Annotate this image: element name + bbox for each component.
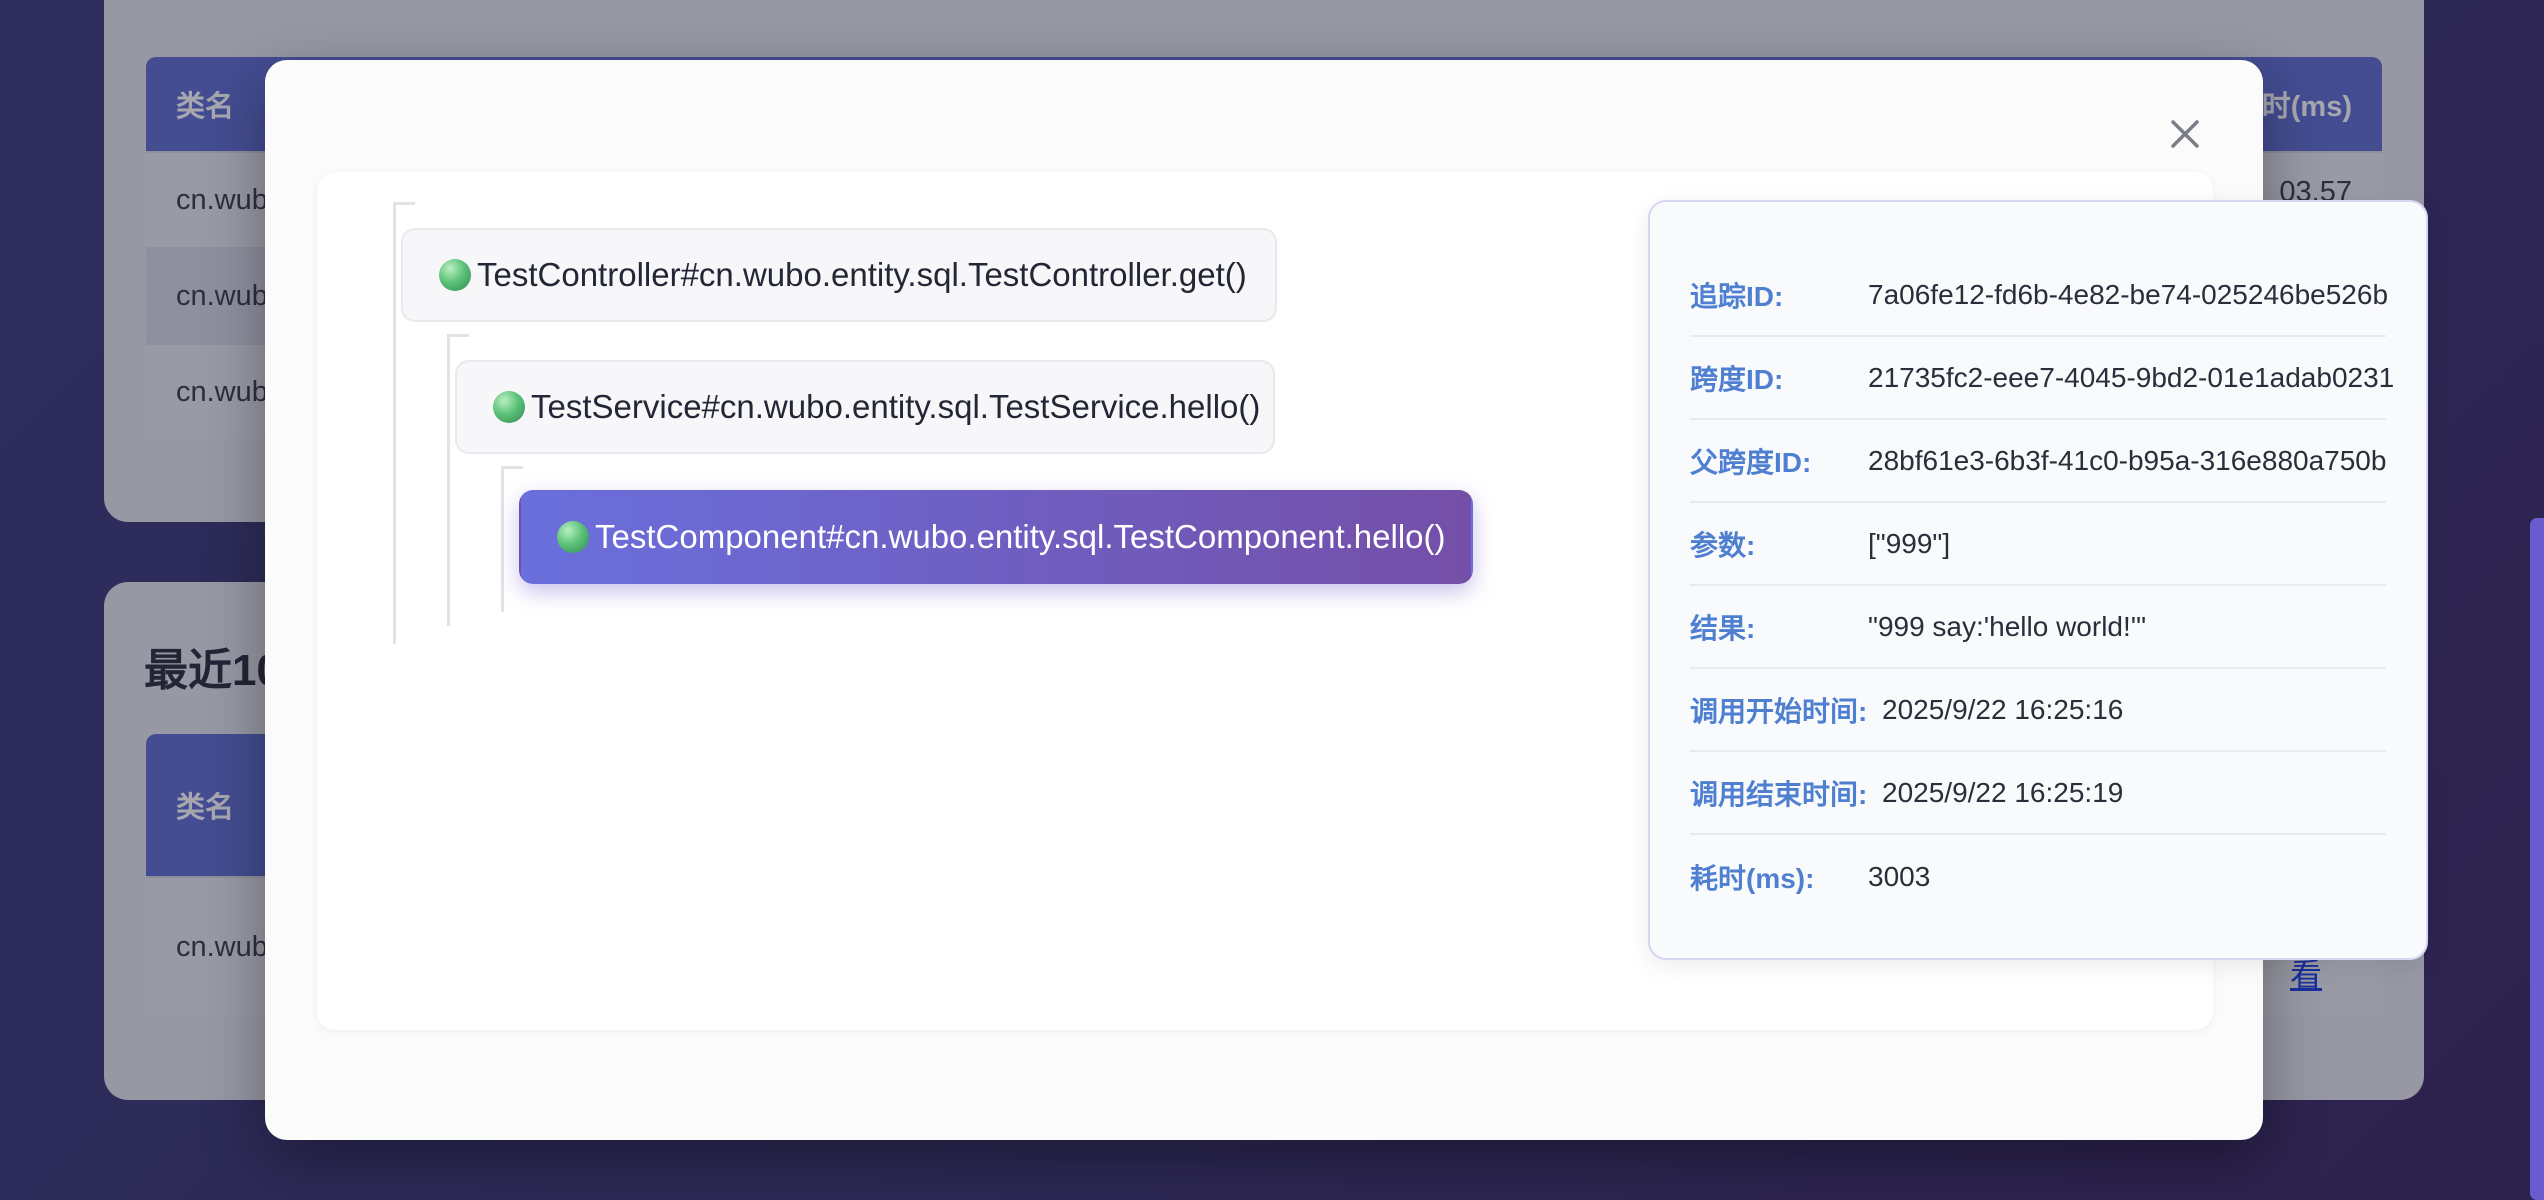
detail-label: 追踪ID: [1690,280,1784,312]
detail-label: 结果: [1690,612,1756,644]
status-dot-icon [439,259,471,291]
tree-node-label: TestController#cn.wubo.entity.sql.TestCo… [477,256,1247,293]
detail-row-trace-id: 追踪ID: 7a06fe12-fd6b-4e82-be74-025246be52… [1690,254,2389,337]
detail-row-params: 参数: ["999"] [1690,503,2386,586]
detail-label: 耗时(ms): [1690,862,1815,894]
detail-row-result: 结果: "999 say:'hello world!'" [1690,586,2386,669]
tree-connector [393,202,415,205]
detail-row-span-id: 跨度ID: 21735fc2-eee7-4045-9bd2-01e1adab02… [1690,337,2394,420]
span-detail-panel: 追踪ID: 7a06fe12-fd6b-4e82-be74-025246be52… [1648,200,2428,960]
page-scrollbar[interactable] [2530,518,2544,1200]
tree-node-service[interactable]: TestService#cn.wubo.entity.sql.TestServi… [455,360,1275,454]
tree-node-controller[interactable]: TestController#cn.wubo.entity.sql.TestCo… [401,228,1277,322]
detail-value: 2025/9/22 16:25:19 [1882,776,2124,808]
status-dot-icon [557,521,589,553]
close-icon [2171,120,2199,148]
tree-connector [393,202,396,644]
detail-label: 跨度ID: [1690,363,1784,395]
detail-row-end-time: 调用结束时间: 2025/9/22 16:25:19 [1690,752,2386,835]
detail-value: 21735fc2-eee7-4045-9bd2-01e1adab0231 [1868,361,2395,393]
tree-node-component[interactable]: TestComponent#cn.wubo.entity.sql.TestCom… [519,490,1473,584]
detail-label: 调用开始时间: [1690,695,1868,727]
detail-label: 父跨度ID: [1690,446,1812,478]
detail-value: 3003 [1868,860,1931,892]
detail-value: ["999"] [1868,527,1951,559]
tree-connector [501,466,504,612]
close-button[interactable] [2159,108,2211,160]
status-dot-icon [493,391,525,423]
detail-value: 2025/9/22 16:25:16 [1882,693,2124,725]
detail-row-parent-span-id: 父跨度ID: 28bf61e3-6b3f-41c0-b95a-316e880a7… [1690,420,2386,503]
detail-row-start-time: 调用开始时间: 2025/9/22 16:25:16 [1690,669,2386,752]
detail-label: 参数: [1690,529,1756,561]
tree-connector [501,466,523,469]
detail-value: 28bf61e3-6b3f-41c0-b95a-316e880a750b [1868,444,2387,476]
tree-node-label: TestComponent#cn.wubo.entity.sql.TestCom… [595,518,1446,555]
detail-row-duration: 耗时(ms): 3003 [1690,835,2386,918]
detail-value: "999 say:'hello world!'" [1868,610,2147,642]
tree-node-label: TestService#cn.wubo.entity.sql.TestServi… [531,388,1261,425]
detail-value: 7a06fe12-fd6b-4e82-be74-025246be526b [1868,278,2389,310]
tree-connector [447,334,450,626]
detail-label: 调用结束时间: [1690,778,1868,810]
tree-connector [447,334,469,337]
